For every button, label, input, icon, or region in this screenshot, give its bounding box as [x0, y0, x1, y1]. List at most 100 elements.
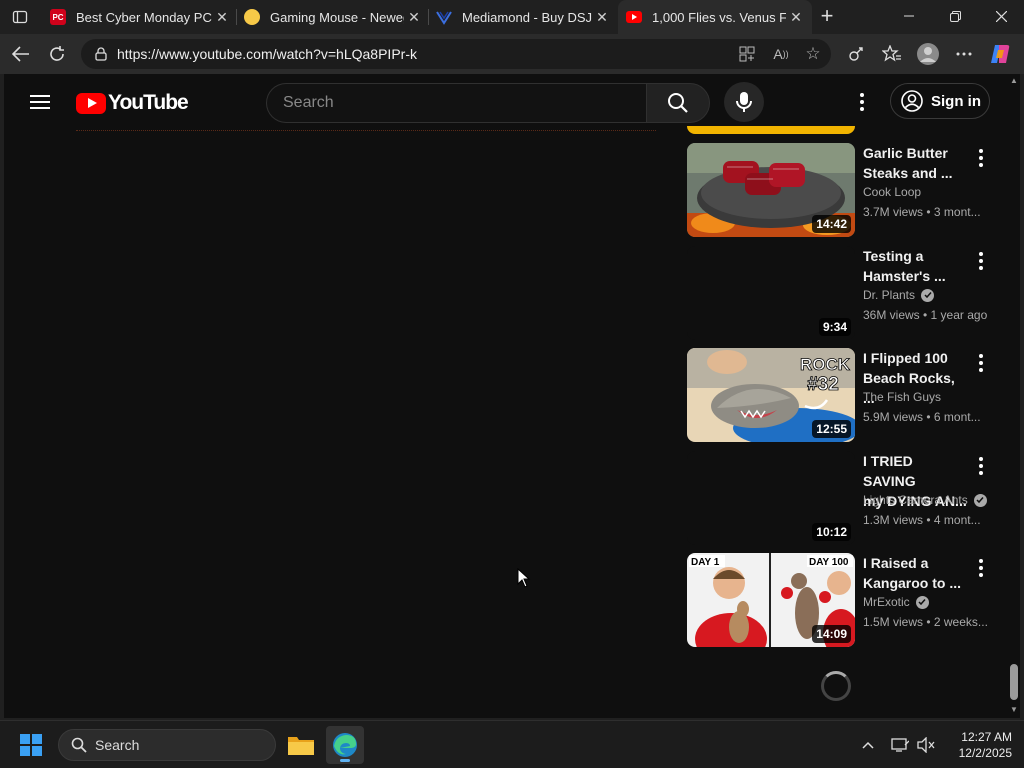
related-video[interactable]: 9:34 Testing a Hamster's ... Dr. Plants … — [687, 246, 1007, 342]
network-icon[interactable] — [890, 735, 910, 755]
channel-name[interactable]: MrExotic — [863, 595, 929, 609]
verified-badge-icon — [915, 595, 929, 609]
video-title[interactable]: Testing a Hamster's ... — [863, 246, 963, 286]
svg-text:ROCK: ROCK — [800, 355, 851, 374]
newegg-icon — [244, 9, 260, 25]
related-video[interactable]: ROCK #32 12:55 I Flipped 100 Beach Rocks… — [687, 348, 1007, 444]
svg-text:DAY 100: DAY 100 — [809, 557, 849, 568]
video-duration: 14:42 — [812, 215, 851, 233]
url-text[interactable]: https://www.youtube.com/watch?v=hLQa8PIP… — [117, 46, 417, 62]
channel-name[interactable]: Cook Loop — [863, 185, 921, 199]
scroll-down-arrow-icon[interactable]: ▼ — [1009, 706, 1019, 714]
video-menu-kebab-icon[interactable] — [975, 250, 987, 272]
search-button[interactable] — [646, 83, 710, 123]
refresh-icon[interactable] — [42, 40, 72, 68]
partial-video-thumbnail[interactable] — [687, 126, 855, 134]
tab-actions-icon[interactable] — [8, 6, 32, 28]
file-explorer-icon[interactable] — [282, 726, 320, 764]
close-tab-icon[interactable]: ✕ — [212, 9, 232, 26]
minimize-icon[interactable] — [886, 0, 932, 32]
channel-name[interactable]: Dr. Plants — [863, 288, 935, 302]
mouse-cursor-icon — [517, 568, 531, 588]
read-aloud-icon[interactable]: A)) — [771, 44, 791, 64]
profile-avatar-icon[interactable] — [915, 41, 941, 67]
new-tab-icon[interactable]: + — [812, 0, 842, 32]
video-thumbnail[interactable]: 14:42 — [687, 143, 855, 237]
video-thumbnail[interactable]: ROCK #32 12:55 — [687, 348, 855, 442]
clock-time: 12:27 AM — [961, 730, 1012, 744]
tab-youtube[interactable]: 1,000 Flies vs. Venus Fly ✕ — [618, 0, 812, 34]
browser-toolbar: https://www.youtube.com/watch?v=hLQa8PIP… — [0, 34, 1024, 74]
copilot-icon[interactable] — [987, 41, 1013, 67]
windows-taskbar: Search 12:27 AM 12/2/2025 — [0, 720, 1024, 768]
sign-in-button[interactable]: Sign in — [890, 83, 990, 119]
microphone-icon — [736, 92, 752, 112]
favorite-star-icon[interactable]: ☆ — [803, 44, 823, 64]
close-tab-icon[interactable]: ✕ — [404, 9, 424, 26]
clock-date: 12/2/2025 — [958, 746, 1012, 760]
app-available-icon[interactable] — [737, 44, 757, 64]
video-menu-kebab-icon[interactable] — [975, 147, 987, 169]
video-meta: 1.5M views • 2 weeks... — [863, 615, 988, 629]
back-arrow-icon[interactable] — [6, 40, 36, 68]
loading-spinner-icon — [821, 671, 851, 701]
tab-title: 1,000 Flies vs. Venus Fly — [652, 9, 786, 25]
video-thumbnail[interactable]: DAY 1 DAY 100 14:09 — [687, 553, 855, 647]
settings-kebab-icon[interactable] — [852, 90, 872, 114]
video-thumbnail[interactable]: 9:34 — [687, 246, 855, 340]
video-duration: 10:12 — [812, 523, 851, 541]
scroll-up-arrow-icon[interactable]: ▲ — [1009, 77, 1019, 85]
tab-title: Gaming Mouse - Neweg — [270, 9, 404, 25]
video-thumbnail[interactable]: 10:12 — [687, 451, 855, 545]
video-duration: 9:34 — [818, 318, 851, 336]
channel-name[interactable]: The Fish Guys — [863, 390, 941, 404]
video-menu-kebab-icon[interactable] — [975, 455, 987, 477]
verified-badge-icon — [973, 493, 987, 507]
search-input[interactable] — [283, 94, 623, 112]
address-bar[interactable]: https://www.youtube.com/watch?v=hLQa8PIP… — [81, 39, 831, 69]
video-title[interactable]: Garlic Butter Steaks and ... — [863, 143, 963, 183]
video-duration: 12:55 — [812, 420, 851, 438]
settings-more-icon[interactable] — [951, 41, 977, 67]
edge-browser-icon[interactable] — [326, 726, 364, 764]
search-box[interactable] — [266, 83, 646, 123]
lock-icon[interactable] — [93, 46, 109, 62]
close-tab-icon[interactable]: ✕ — [592, 9, 612, 26]
voice-search-button[interactable] — [724, 82, 764, 122]
video-menu-kebab-icon[interactable] — [975, 557, 987, 579]
user-circle-icon — [901, 90, 923, 112]
scrollbar-thumb[interactable] — [1010, 664, 1018, 700]
tab-newegg[interactable]: Gaming Mouse - Neweg ✕ — [236, 2, 430, 32]
tab-pcmag[interactable]: PC Best Cyber Monday PC g ✕ — [42, 2, 238, 32]
youtube-logo[interactable]: YouTube — [76, 91, 189, 115]
page-scrollbar[interactable]: ▲ ▼ — [1008, 74, 1020, 718]
video-meta: 5.9M views • 6 mont... — [863, 410, 981, 424]
windows-start-icon[interactable] — [20, 734, 42, 756]
channel-name[interactable]: Lights Camera Ants — [863, 493, 987, 507]
browser-tab-bar: PC Best Cyber Monday PC g ✕ Gaming Mouse… — [0, 0, 1024, 34]
taskbar-clock[interactable]: 12:27 AM 12/2/2025 — [944, 729, 1012, 761]
youtube-play-icon — [76, 92, 106, 114]
extensions-icon[interactable] — [843, 41, 869, 67]
pcmag-icon: PC — [50, 9, 66, 25]
svg-text:DAY 1: DAY 1 — [691, 557, 720, 568]
related-video[interactable]: DAY 1 DAY 100 14:09 I Raised a Kangaroo … — [687, 553, 1007, 649]
youtube-masthead: YouTube Sign in — [4, 74, 1020, 130]
tab-mediamond[interactable]: Mediamond - Buy DSJ4 ✕ — [428, 2, 618, 32]
video-duration: 14:09 — [812, 625, 851, 643]
close-tab-icon[interactable]: ✕ — [786, 9, 806, 26]
show-hidden-icons-chevron-icon[interactable] — [858, 735, 878, 755]
volume-muted-icon[interactable] — [916, 735, 936, 755]
youtube-logo-text: YouTube — [108, 91, 189, 114]
close-window-icon[interactable] — [978, 0, 1024, 32]
restore-icon[interactable] — [932, 0, 978, 32]
tab-title: Mediamond - Buy DSJ4 — [462, 9, 592, 25]
favorites-icon[interactable] — [879, 41, 905, 67]
tab-title: Best Cyber Monday PC g — [76, 9, 212, 25]
menu-icon[interactable] — [28, 92, 52, 112]
video-title[interactable]: I Raised a Kangaroo to ... — [863, 553, 963, 593]
related-video[interactable]: 14:42 Garlic Butter Steaks and ... Cook … — [687, 143, 1007, 239]
video-menu-kebab-icon[interactable] — [975, 352, 987, 374]
related-video[interactable]: 10:12 I TRIED SAVING my DYING AN... Ligh… — [687, 451, 1007, 547]
taskbar-search-box[interactable]: Search — [58, 729, 276, 761]
